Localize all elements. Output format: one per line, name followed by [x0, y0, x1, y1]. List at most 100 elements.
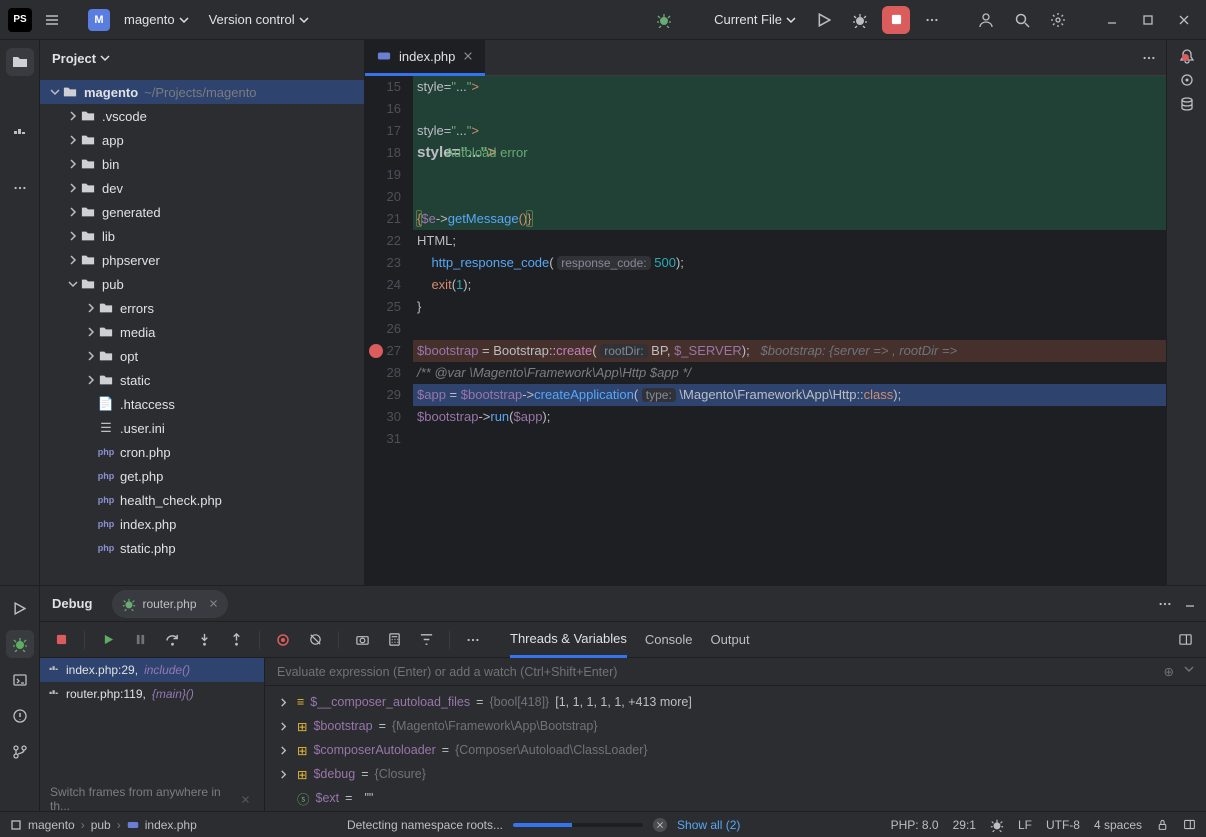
debug-more-icon[interactable] — [1158, 597, 1172, 611]
vcs-menu[interactable]: Version control — [203, 8, 315, 31]
frame-row[interactable]: index.php:29, include() — [40, 658, 264, 682]
editor-tab-index[interactable]: index.php — [365, 40, 485, 76]
run-tool-icon[interactable] — [6, 594, 34, 622]
show-all-tasks[interactable]: Show all (2) — [677, 818, 740, 832]
terminal-tool-icon[interactable] — [6, 666, 34, 694]
debug-hide-icon[interactable] — [1184, 597, 1196, 611]
project-tree[interactable]: magento~/Projects/magento.vscodeappbinde… — [40, 76, 364, 585]
hint-close-icon[interactable] — [241, 795, 250, 804]
window-maximize-icon[interactable] — [1134, 6, 1162, 34]
progress-bar — [513, 823, 643, 827]
ai-assistant-icon[interactable] — [1179, 72, 1195, 88]
project-tool-icon[interactable] — [6, 48, 34, 76]
evaluate-input[interactable]: Evaluate expression (Enter) or add a wat… — [265, 658, 1206, 686]
tree-item[interactable]: phpindex.php — [40, 512, 364, 536]
tree-item[interactable]: bin — [40, 152, 364, 176]
editor-tabs-more-icon[interactable] — [1132, 51, 1166, 65]
mute-breakpoints-button[interactable] — [302, 627, 328, 653]
tree-item[interactable]: generated — [40, 200, 364, 224]
tab-output[interactable]: Output — [711, 622, 750, 658]
debug-tool-more-icon[interactable] — [460, 627, 486, 653]
expand-vars-icon[interactable] — [1184, 664, 1194, 679]
more-tools-icon[interactable] — [6, 174, 34, 202]
tree-item[interactable]: phpcron.php — [40, 440, 364, 464]
editor[interactable]: Indexing... 1516171819202122232425262728… — [365, 76, 1166, 585]
settings-icon[interactable] — [1044, 6, 1072, 34]
debug-title[interactable]: Debug — [40, 586, 104, 622]
database-icon[interactable] — [1179, 96, 1195, 112]
calculator-button[interactable] — [381, 627, 407, 653]
cancel-task-icon[interactable] — [653, 818, 667, 832]
tree-item[interactable]: .vscode — [40, 104, 364, 128]
tree-item[interactable]: 📄.htaccess — [40, 392, 364, 416]
tree-item[interactable]: lib — [40, 224, 364, 248]
tree-item[interactable]: app — [40, 128, 364, 152]
problems-tool-icon[interactable] — [6, 702, 34, 730]
variable-row[interactable]: ⊞ $debug = {Closure} — [265, 762, 1206, 786]
debug-layout-button[interactable] — [1172, 627, 1198, 653]
resume-button[interactable] — [95, 627, 121, 653]
vcs-tool-icon[interactable] — [6, 738, 34, 766]
add-watch-icon[interactable]: ⊕ — [1164, 664, 1174, 679]
status-indent[interactable]: 4 spaces — [1094, 818, 1142, 832]
step-out-button[interactable] — [223, 627, 249, 653]
breadcrumb[interactable]: magento› pub› index.php — [10, 818, 197, 832]
step-over-button[interactable] — [159, 627, 185, 653]
project-menu[interactable]: magento — [118, 8, 195, 31]
tab-console[interactable]: Console — [645, 622, 693, 658]
debug-listen-icon[interactable] — [650, 6, 678, 34]
status-php[interactable]: PHP: 8.0 — [891, 818, 939, 832]
structure-tool-icon[interactable] — [6, 120, 34, 148]
tab-label: index.php — [399, 49, 455, 64]
tree-item[interactable]: media — [40, 320, 364, 344]
tab-close-icon[interactable] — [463, 51, 473, 61]
status-encoding[interactable]: UTF-8 — [1046, 818, 1080, 832]
tree-item[interactable]: phphealth_check.php — [40, 488, 364, 512]
pause-button[interactable] — [127, 627, 153, 653]
debug-tool-icon[interactable] — [6, 630, 34, 658]
status-listen-icon[interactable] — [990, 818, 1004, 832]
snapshot-button[interactable] — [349, 627, 375, 653]
status-line-sep[interactable]: LF — [1018, 818, 1032, 832]
tree-item[interactable]: errors — [40, 296, 364, 320]
stop-button[interactable] — [882, 6, 910, 34]
debug-toolbar: Threads & Variables Console Output — [40, 622, 1206, 658]
tree-item[interactable]: pub — [40, 272, 364, 296]
project-panel-header[interactable]: Project — [40, 40, 364, 76]
project-panel: Project magento~/Projects/magento.vscode… — [40, 40, 365, 585]
status-extra-icon[interactable] — [1183, 818, 1196, 831]
status-readonly-icon[interactable] — [1156, 818, 1169, 831]
titlebar: PS M magento Version control Current Fil… — [0, 0, 1206, 40]
run-more-icon[interactable] — [918, 6, 946, 34]
step-into-button[interactable] — [191, 627, 217, 653]
window-close-icon[interactable] — [1170, 6, 1198, 34]
search-everywhere-icon[interactable] — [1008, 6, 1036, 34]
tree-item[interactable]: ☰.user.ini — [40, 416, 364, 440]
code-with-me-icon[interactable] — [972, 6, 1000, 34]
tree-item[interactable]: phpget.php — [40, 464, 364, 488]
tab-threads-vars[interactable]: Threads & Variables — [510, 622, 627, 658]
variable-row[interactable]: ≡ $__composer_autoload_files = {bool[418… — [265, 690, 1206, 714]
stop-session-button[interactable] — [48, 627, 74, 653]
tree-item[interactable]: dev — [40, 176, 364, 200]
view-breakpoints-button[interactable] — [270, 627, 296, 653]
variable-row[interactable]: ⊞ $bootstrap = {Magento\Framework\App\Bo… — [265, 714, 1206, 738]
run-config-selector[interactable]: Current File — [708, 8, 802, 31]
debug-button[interactable] — [846, 6, 874, 34]
variable-row[interactable]: ⓢ $ext = "" — [265, 786, 1206, 810]
tree-item[interactable]: static — [40, 368, 364, 392]
hint-text: Switch frames from anywhere in th... — [50, 785, 231, 813]
tree-item[interactable]: phpserver — [40, 248, 364, 272]
window-minimize-icon[interactable] — [1098, 6, 1126, 34]
main-menu-button[interactable] — [40, 8, 64, 32]
debug-config-tab[interactable]: router.php — [112, 590, 227, 618]
variable-row[interactable]: ⊞ $composerAutoloader = {Composer\Autolo… — [265, 738, 1206, 762]
tree-item[interactable]: opt — [40, 344, 364, 368]
debug-config-close-icon[interactable] — [209, 599, 218, 608]
frame-row[interactable]: router.php:119, {main}() — [40, 682, 264, 706]
status-caret[interactable]: 29:1 — [953, 818, 976, 832]
run-button[interactable] — [810, 6, 838, 34]
debug-filter-button[interactable] — [413, 627, 439, 653]
notifications-icon[interactable] — [1179, 48, 1195, 64]
tree-item[interactable]: phpstatic.php — [40, 536, 364, 560]
